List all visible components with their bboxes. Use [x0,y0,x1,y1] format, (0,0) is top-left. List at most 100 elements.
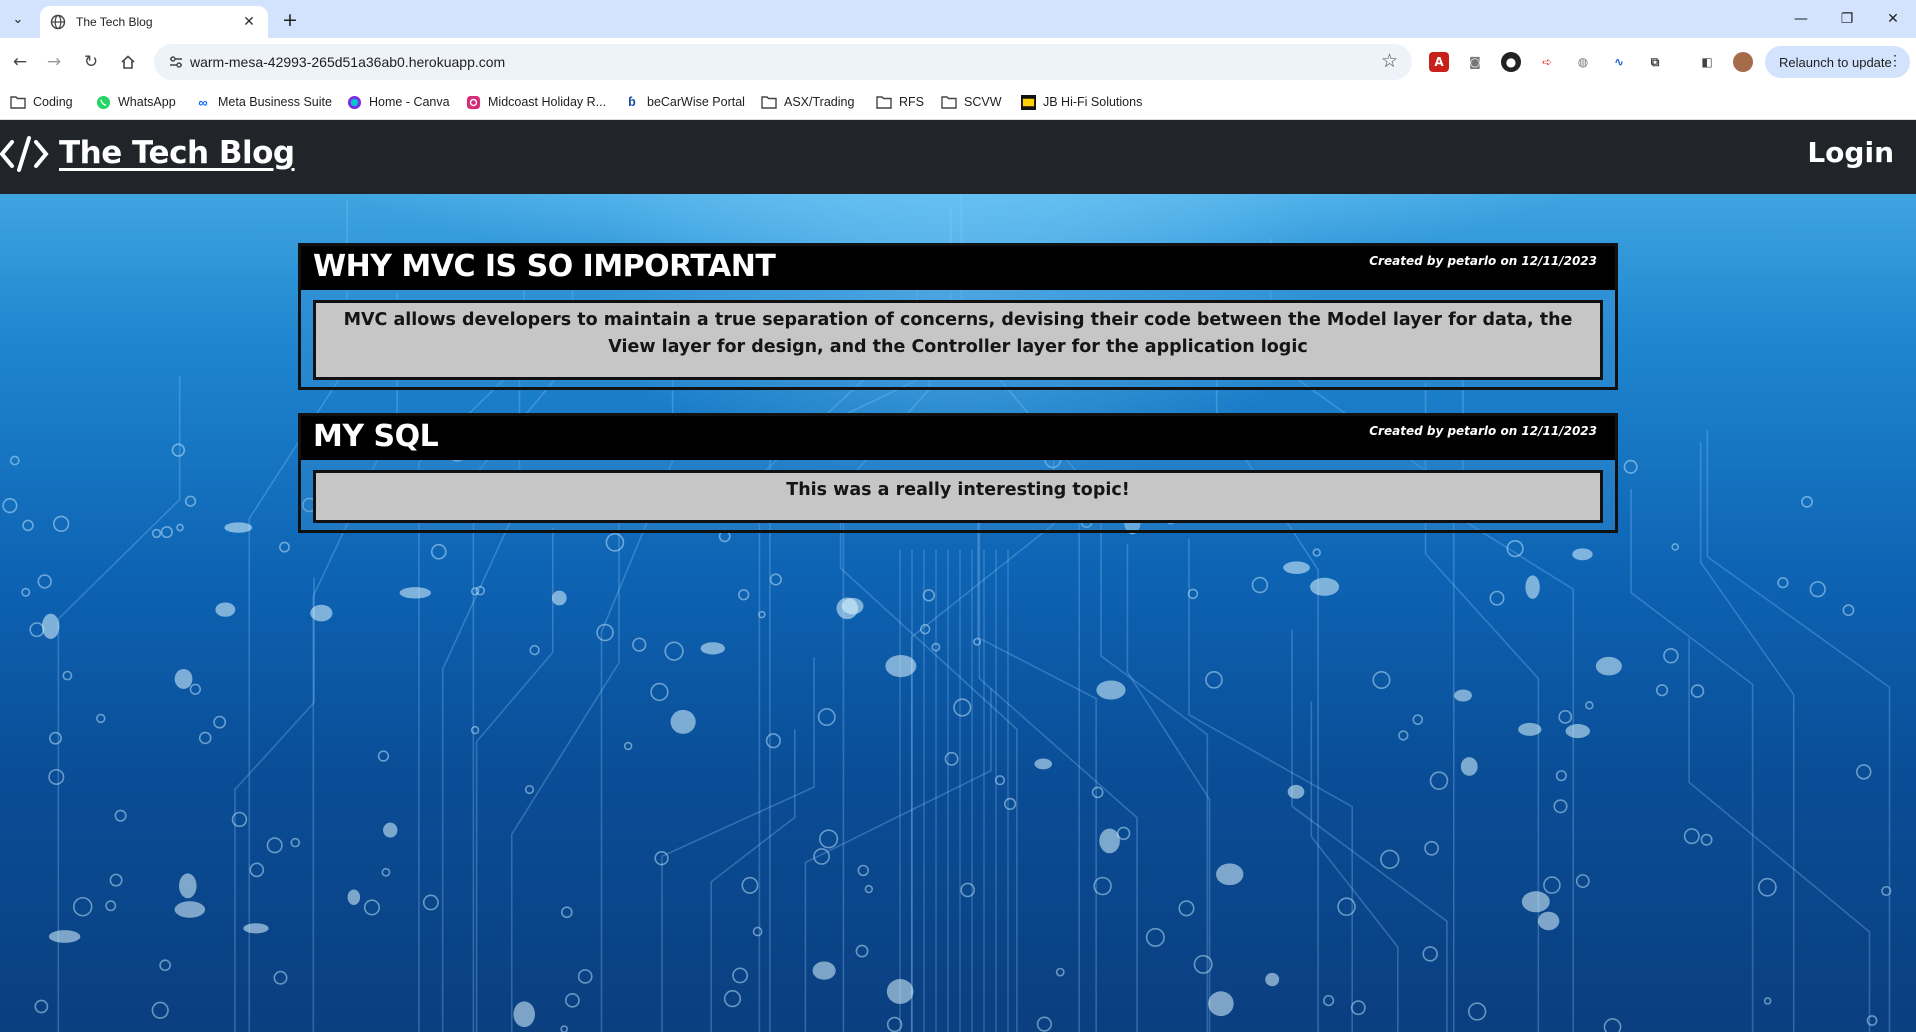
circuit-decoration [596,623,614,642]
extensions-puzzle-icon[interactable]: ⧉ [1645,52,1665,72]
back-arrow-icon[interactable]: ← [8,50,32,74]
circuit-decoration [551,590,567,606]
circuit-decoration [1460,757,1478,776]
relaunch-to-update-button[interactable]: Relaunch to update ⋮ [1765,46,1910,78]
bookmark-midcoast-holiday[interactable]: Midcoast Holiday R... [465,94,606,110]
circuit-decoration [49,731,62,745]
home-icon[interactable] [116,50,140,74]
circuit-decoration [48,768,65,786]
circuit-decoration [1543,876,1561,894]
bookmark-becarwise-portal[interactable]: ɓ beCarWise Portal [624,94,745,110]
bookmark-jb-hifi-solutions[interactable]: JB Hi-Fi Solutions [1020,94,1142,110]
more-menu-icon[interactable]: ⋮ [1888,52,1902,69]
close-window-icon[interactable]: ✕ [1870,0,1916,38]
post-title: MY SQL [313,419,439,454]
bookmark-star-icon[interactable]: ☆ [1381,50,1398,72]
circuit-decoration [577,969,593,984]
circuit-decoration [290,837,301,848]
circuit-decoration [1380,849,1400,869]
circuit-decoration [279,541,290,553]
acrobat-extension-icon[interactable]: A [1429,52,1449,72]
circuit-decoration [189,683,202,695]
url-text[interactable]: warm-mesa-42993-265d51a36ab0.herokuapp.c… [190,54,505,70]
bookmark-home-canva[interactable]: Home - Canva [346,94,450,110]
globe-extension-icon[interactable]: ◍ [1573,52,1593,72]
close-tab-icon[interactable]: ✕ [240,13,258,31]
site-info-tune-icon[interactable] [168,54,184,70]
circuit-decoration [1096,680,1126,700]
bookmark-whatsapp[interactable]: WhatsApp [95,94,176,110]
circuit-decoration [855,944,869,958]
post-card[interactable]: WHY MVC IS SO IMPORTANT Created by petar… [298,243,1618,390]
circuit-decoration [812,961,836,980]
circuit-decoration [34,999,49,1014]
profile-avatar[interactable] [1733,52,1753,72]
circuit-decoration [817,708,836,727]
side-panel-icon[interactable]: ◧ [1697,52,1717,72]
wave-extension-icon[interactable]: ∿ [1609,52,1629,72]
circuit-decoration [198,731,212,745]
forward-arrow-icon[interactable]: → [42,50,66,74]
site-title-link[interactable]: The Tech Blog [59,135,295,171]
bookmark-label: WhatsApp [118,95,176,109]
folder-icon [876,94,892,110]
bookmark-label: Midcoast Holiday R... [488,95,607,109]
circuit-decoration [1036,1016,1052,1032]
canva-icon [346,94,362,110]
circuit-decoration [1595,656,1622,676]
circuit-decoration [885,654,917,678]
circuit-decoration [732,967,749,984]
circuit-decoration [886,979,914,1004]
minimize-icon[interactable]: — [1778,0,1824,38]
reload-icon[interactable]: ↻ [79,50,103,74]
address-bar[interactable]: warm-mesa-42993-265d51a36ab0.herokuapp.c… [154,44,1412,80]
circuit-decoration [1809,581,1826,598]
circuit-decoration [310,604,333,622]
circuit-decoration [96,713,106,724]
camera-extension-icon[interactable]: ◙ [1465,52,1485,72]
post-card[interactable]: MY SQL Created by petarlo on 12/11/2023 … [298,413,1618,533]
bookmark-label: beCarWise Portal [647,95,745,109]
circuit-decoration [857,864,869,877]
tab-title: The Tech Blog [76,15,153,29]
post-meta: Created by petarlo on 12/11/2023 [1369,424,1597,438]
circuit-decoration [1468,1002,1487,1021]
circuit-decoration [1585,701,1594,710]
restore-icon[interactable]: ❐ [1824,0,1870,38]
circuit-decoration [994,775,1006,786]
bookmark-asx-trading[interactable]: ASX/Trading [761,94,854,110]
circuit-decoration [1412,714,1424,725]
dark-circle-extension-icon[interactable]: ● [1501,52,1521,72]
bookmark-rfs[interactable]: RFS [876,94,924,110]
browser-tab-active[interactable]: The Tech Blog ✕ [40,6,268,38]
bookmark-label: SCVW [964,95,1002,109]
circuit-decoration [1424,840,1439,856]
circuit-decoration [243,923,269,934]
circuit-decoration [1842,604,1855,617]
circuit-decoration [312,293,398,1032]
circuit-decoration [664,641,684,661]
red-arrow-extension-icon[interactable]: ➪ [1537,52,1557,72]
circuit-decoration [21,587,31,597]
bookmark-label: Coding [33,95,73,109]
circuit-decoration [1690,684,1705,698]
post-body: This was a really interesting topic! [313,470,1603,523]
circuit-decoration [510,510,620,1032]
circuit-decoration [524,784,535,795]
circuit-decoration [623,741,633,751]
login-link[interactable]: Login [1807,136,1894,169]
bookmark-coding[interactable]: Coding [10,94,73,110]
circuit-decoration [1706,429,1891,1032]
bookmark-scvw[interactable]: SCVW [941,94,1002,110]
circuit-decoration [1454,689,1472,702]
circuit-decoration [176,523,184,532]
new-tab-plus-icon[interactable]: + [278,8,302,32]
circuit-decoration [399,587,432,599]
whatsapp-icon [95,94,111,110]
circuit-decoration [978,511,1138,1032]
circuit-decoration [1683,828,1700,845]
circuit-decoration [1489,590,1505,606]
tab-search-chevron-icon[interactable]: ⌄ [6,8,30,30]
bookmark-meta-business-suite[interactable]: ∞ Meta Business Suite [195,94,332,110]
circuit-decoration [1603,1018,1622,1032]
